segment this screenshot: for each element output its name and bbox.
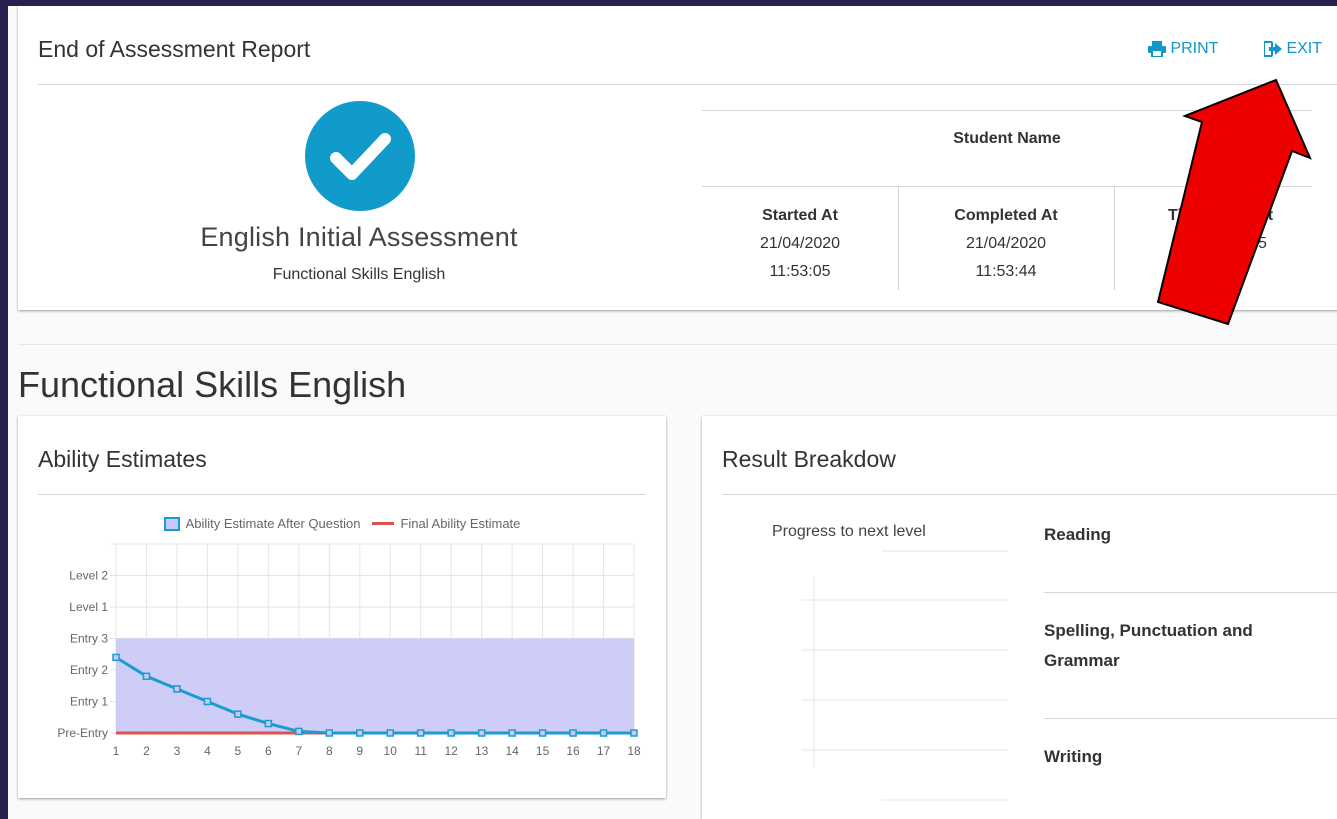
complete-check-icon	[305, 101, 415, 211]
ability-point	[599, 729, 608, 737]
completed-label: Completed At	[954, 207, 1058, 224]
ability-point	[173, 685, 181, 693]
ability-title: Ability Estimates	[38, 446, 207, 472]
x-tick-label: 4	[204, 744, 211, 758]
assessment-name: English Initial Assessment	[200, 222, 518, 252]
time-spent-cell-start: Ti	[1168, 202, 1228, 230]
table-mid-border	[702, 186, 1312, 187]
ability-point	[295, 727, 303, 736]
x-tick-label: 6	[265, 744, 272, 758]
y-tick-label: Level 2	[69, 569, 108, 583]
exit-label: EXIT	[1286, 40, 1322, 57]
legend-swatch-final	[372, 522, 395, 525]
started-label: Started At	[762, 207, 838, 224]
table-top-border	[702, 110, 1312, 111]
time-spent-value: 5	[1258, 235, 1267, 252]
legend-swatch-ability	[163, 516, 180, 531]
breakdown-title: Result Breakdow	[722, 446, 896, 472]
report-title: End of Assessment Report	[38, 36, 311, 62]
ability-point	[508, 729, 516, 737]
ability-point	[569, 729, 577, 737]
x-tick-label: 2	[143, 744, 150, 758]
ability-point	[112, 653, 120, 662]
breakdown-card: Result Breakdow Progress to next level R…	[702, 416, 1337, 819]
y-tick-label: Entry 1	[70, 695, 108, 709]
started-cell: Started At 21/04/2020 11:53:05	[702, 202, 898, 286]
time-spent-label-start: Ti	[1168, 207, 1182, 224]
legend-item-ability[interactable]: Ability Estimate After Question	[163, 516, 361, 531]
ability-point	[234, 710, 242, 718]
x-tick-label: 3	[174, 744, 181, 758]
exit-icon	[1264, 41, 1283, 57]
ability-point	[325, 729, 334, 737]
ability-point	[142, 672, 151, 681]
page: End of Assessment Report PRINT EXIT Engl…	[8, 6, 1337, 819]
report-card: End of Assessment Report PRINT EXIT Engl…	[18, 6, 1337, 310]
ability-point	[416, 729, 425, 737]
x-tick-label: 12	[444, 744, 458, 758]
started-time: 11:53:05	[769, 263, 831, 280]
col-divider	[1114, 186, 1115, 290]
progress-chart	[802, 550, 1008, 801]
x-tick-label: 11	[414, 744, 427, 758]
y-tick-label: Pre-Entry	[57, 726, 108, 740]
ability-band	[116, 638, 634, 733]
x-tick-label: 9	[356, 744, 363, 758]
report-actions: PRINT EXIT	[1148, 40, 1322, 58]
section-title: Functional Skills English	[18, 364, 407, 405]
chart-legend: Ability Estimate After Question Final Ab…	[18, 516, 666, 531]
breakdown-item-reading: Reading	[1044, 525, 1112, 544]
ability-point	[264, 719, 273, 728]
print-label: PRINT	[1170, 40, 1219, 57]
started-date: 21/04/2020	[759, 235, 841, 252]
time-spent-cell-end: nt 5	[1258, 202, 1298, 258]
x-tick-label: 5	[235, 744, 242, 758]
breakdown-divider	[1044, 718, 1337, 719]
completed-date: 21/04/2020	[965, 235, 1047, 252]
section-divider	[18, 344, 1337, 345]
x-tick-label: 8	[326, 744, 333, 758]
exit-button[interactable]: EXIT	[1264, 40, 1322, 58]
legend-item-final[interactable]: Final Ability Estimate	[372, 516, 520, 531]
y-tick-label: Level 1	[69, 600, 108, 614]
y-tick-label: Entry 3	[70, 632, 108, 646]
x-tick-label: 14	[505, 744, 519, 758]
header-divider	[38, 84, 1337, 85]
print-button[interactable]: PRINT	[1148, 40, 1218, 58]
ability-point	[447, 729, 455, 737]
ability-point	[630, 729, 638, 737]
completed-cell: Completed At 21/04/2020 11:53:44	[898, 202, 1114, 286]
x-tick-label: 16	[566, 744, 580, 758]
x-tick-label: 13	[475, 744, 489, 758]
y-tick-label: Entry 2	[70, 663, 108, 677]
x-tick-label: 1	[113, 744, 120, 758]
ability-point	[203, 697, 212, 706]
ability-point	[386, 729, 394, 737]
legend-label-final: Final Ability Estimate	[400, 516, 521, 531]
breakdown-item-spag-2: Grammar	[1044, 651, 1120, 670]
ability-point	[538, 729, 547, 737]
x-tick-label: 10	[384, 744, 398, 758]
breakdown-divider	[722, 494, 1337, 495]
time-spent-label-end: nt	[1258, 207, 1274, 224]
ability-divider	[38, 494, 646, 495]
legend-label-ability: Ability Estimate After Question	[185, 516, 361, 531]
x-tick-label: 7	[295, 744, 302, 758]
breakdown-item-writing: Writing	[1044, 747, 1103, 766]
ability-card: Ability Estimates Ability Estimate After…	[18, 416, 666, 798]
assessment-subject: Functional Skills English	[272, 266, 446, 283]
ability-chart: Pre-Entry Entry 1 Entry 2 Entry 3 Level 1 Lev…	[57, 543, 641, 758]
x-tick-label: 15	[536, 744, 550, 758]
student-name-label: Student Name	[953, 130, 1061, 147]
ability-point	[356, 729, 364, 737]
progress-label: Progress to next level	[772, 523, 926, 540]
breakdown-item-spag: Spelling, Punctuation and	[1044, 621, 1253, 640]
x-tick-label: 18	[627, 744, 641, 758]
breakdown-divider	[1044, 592, 1337, 593]
ability-point	[477, 729, 486, 737]
completed-time: 11:53:44	[975, 263, 1037, 280]
print-icon	[1148, 41, 1167, 57]
x-tick-label: 17	[597, 744, 611, 758]
